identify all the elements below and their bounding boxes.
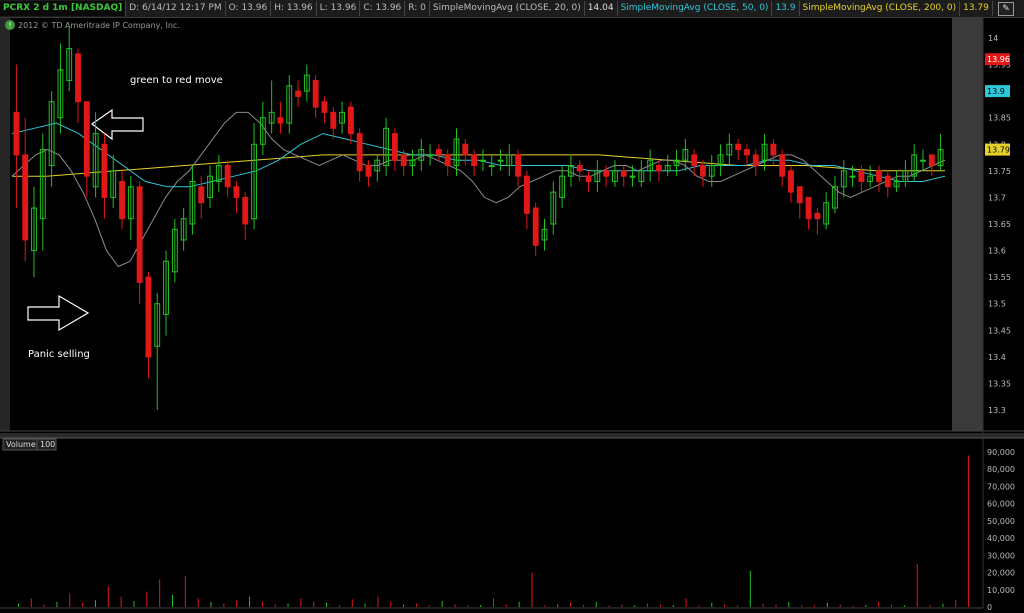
annotation-panic-selling: Panic selling <box>28 349 90 360</box>
candle-down <box>779 154 786 177</box>
candle-down <box>321 101 328 113</box>
candle-down <box>858 170 865 182</box>
price-axis-tick: 13.6 <box>988 247 1006 256</box>
candle-up <box>849 175 856 178</box>
left-scroll-strip <box>0 18 10 431</box>
candle-down <box>620 170 627 177</box>
sma20-line <box>11 111 946 268</box>
candle-down <box>805 196 812 220</box>
candle-down <box>13 111 20 156</box>
candle-down <box>656 165 662 172</box>
volume-period: 100 <box>40 440 55 449</box>
volume-axis-tick: 80,000 <box>987 465 1015 474</box>
price-axis-tick: 13.45 <box>988 326 1011 335</box>
candle-down <box>585 175 592 182</box>
price-axis-tick: 13.4 <box>988 353 1006 362</box>
volume-axis-tick: 90,000 <box>987 448 1015 457</box>
candle-down <box>928 154 935 167</box>
candle-down <box>770 143 777 156</box>
candle-down <box>356 133 363 172</box>
candle-down <box>884 175 891 188</box>
sma200-badge-text: 13.79 <box>987 146 1010 155</box>
volume-axis-tick: 50,000 <box>987 517 1015 526</box>
price-axis-tick: 13.5 <box>988 300 1006 309</box>
price-axis-tick: 13.3 <box>988 406 1006 415</box>
chart-window: PCRX 2 d 1m [NASDAQ] D: 6/14/12 12:17 PM… <box>0 0 1024 613</box>
arrow-right-annotation <box>27 294 90 332</box>
candle-down <box>444 154 451 167</box>
candle-down <box>136 186 143 283</box>
candle-down <box>83 101 90 177</box>
candle-down <box>515 154 522 177</box>
candle-down <box>330 111 337 129</box>
alert-icon-glyph: ! <box>8 21 11 30</box>
volume-axis-tick: 20,000 <box>987 569 1015 578</box>
candle-down <box>700 165 706 177</box>
candle-down <box>532 207 539 246</box>
candle-down <box>744 149 750 156</box>
candle-up <box>427 154 434 157</box>
price-axis-tick: 13.65 <box>988 220 1011 229</box>
candle-down <box>365 165 372 177</box>
candle-down <box>224 165 231 188</box>
candle-down <box>603 170 610 177</box>
candle-down <box>312 79 319 108</box>
price-axis-tick: 13.55 <box>988 273 1011 282</box>
candle-up <box>488 165 495 168</box>
candle-up <box>497 159 504 162</box>
candle-down <box>462 143 469 156</box>
candle-down <box>391 133 398 161</box>
candle-down <box>876 170 882 182</box>
candle-down <box>242 196 249 225</box>
candle-down <box>796 186 803 204</box>
price-badge-text: 13.96 <box>987 55 1010 64</box>
candle-down <box>347 106 354 135</box>
volume-axis-tick: 30,000 <box>987 551 1015 560</box>
candle-down <box>435 149 442 156</box>
sma200-line <box>12 154 945 177</box>
price-axis-tick: 13.75 <box>988 167 1011 176</box>
candle-down <box>400 154 407 167</box>
candle-up <box>920 159 926 162</box>
arrow-left-annotation <box>90 108 144 141</box>
candle-down <box>735 143 742 151</box>
price-axis-tick: 13.35 <box>988 379 1011 388</box>
chart-canvas: ! 2012 © TD Ameritrade IP Company, Inc. … <box>0 18 1024 612</box>
candle-down <box>277 117 284 124</box>
candle-down <box>119 180 125 220</box>
candle-down <box>233 186 240 198</box>
candle-down <box>22 154 29 241</box>
candle-down <box>788 170 794 193</box>
candle-down <box>75 53 81 103</box>
candle-down <box>576 165 583 172</box>
price-axis-tick: 13.7 <box>988 193 1006 202</box>
candle-down <box>752 154 759 167</box>
volume-axis-tick: 70,000 <box>987 482 1015 491</box>
candle-up <box>479 159 486 162</box>
candle-down <box>814 212 821 220</box>
candle-down <box>101 143 108 198</box>
price-axis-tick: 14 <box>988 34 998 43</box>
candle-down <box>523 175 530 214</box>
volume-axis-tick: 60,000 <box>987 500 1015 509</box>
panel-splitter[interactable] <box>0 433 1024 438</box>
volume-label: Volume <box>6 440 36 449</box>
annotation-green-to-red: green to red move <box>130 75 223 86</box>
right-expansion-area <box>952 18 983 431</box>
copyright-text: 2012 © TD Ameritrade IP Company, Inc. <box>18 21 180 30</box>
candle-down <box>691 154 698 167</box>
volume-axis-tick: 0 <box>987 603 992 612</box>
volume-axis-tick: 10,000 <box>987 586 1015 595</box>
volume-axis-tick: 40,000 <box>987 534 1015 543</box>
candle-down <box>145 276 152 358</box>
sma50-badge-text: 13.9 <box>987 87 1005 96</box>
price-axis-tick: 13.85 <box>988 114 1011 123</box>
candle-down <box>295 90 301 97</box>
candle-down <box>198 186 205 204</box>
candle-down <box>471 154 478 167</box>
candle-up <box>629 175 636 178</box>
